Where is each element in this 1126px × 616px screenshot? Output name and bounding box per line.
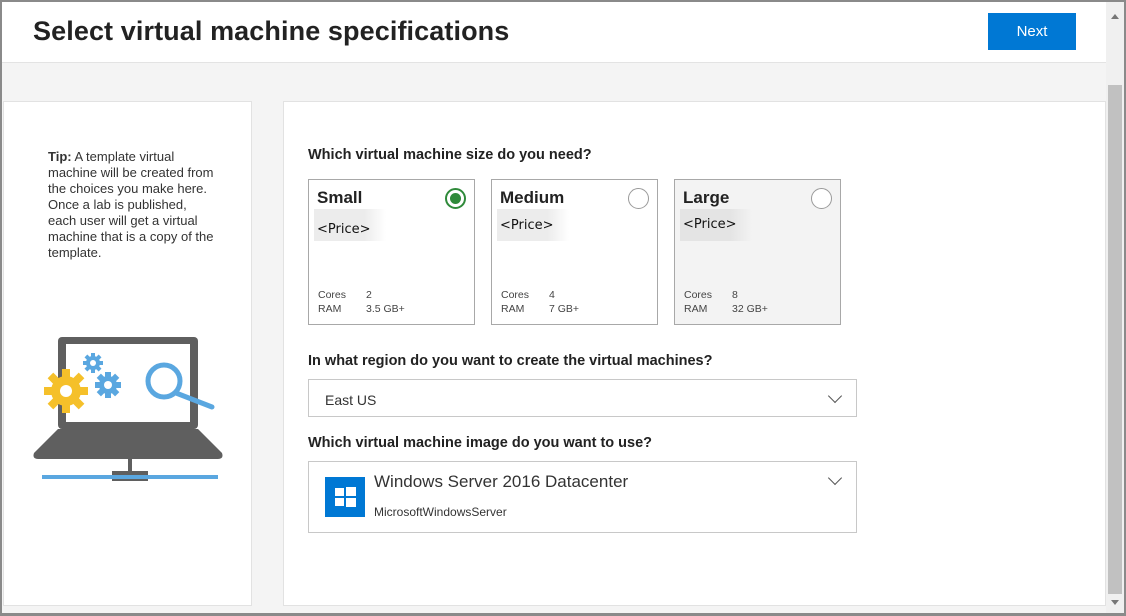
gear-icon [95,372,121,398]
ram-row: RAM 7 GB+ [501,303,580,315]
page-header: Select virtual machine specifications Ne… [2,2,1106,63]
size-question: Which virtual machine size do you need? [308,147,592,163]
ram-row: RAM 3.5 GB+ [318,303,405,315]
radio-button[interactable] [628,188,649,209]
laptop-screen [66,344,190,422]
page-title: Select virtual machine specifications [33,16,510,46]
size-card-small[interactable]: Small <Price> Cores 2 RAM 3.5 GB+ [308,179,475,325]
cores-row: Cores 2 [318,289,372,301]
region-question: In what region do you want to create the… [308,353,713,369]
price-placeholder: <Price> [683,217,737,232]
main-panel: Which virtual machine size do you need? … [283,101,1106,606]
price-placeholder: <Price> [500,218,554,233]
image-dropdown[interactable]: Windows Server 2016 Datacenter Microsoft… [308,461,857,533]
tip-label: Tip: [48,149,72,164]
size-card-medium[interactable]: Medium <Price> Cores 4 RAM 7 GB+ [491,179,658,325]
price-placeholder: <Price> [317,222,371,237]
size-card-name: Large [683,188,730,207]
window-frame: Select virtual machine specifications Ne… [0,0,1126,616]
ram-row: RAM 32 GB+ [684,303,768,315]
size-card-name: Small [317,188,363,207]
tip-text: Tip: A template virtual machine will be … [48,149,216,261]
cores-row: Cores 8 [684,289,738,301]
radio-button-selected[interactable] [445,188,466,209]
scroll-up-arrow-icon[interactable] [1111,14,1119,19]
size-card-name: Medium [500,188,565,207]
tip-body: A template virtual machine will be creat… [48,149,214,260]
tip-panel: Tip: A template virtual machine will be … [3,101,252,606]
region-dropdown[interactable]: East US [308,379,857,417]
image-publisher: MicrosoftWindowsServer [374,505,507,519]
image-question: Which virtual machine image do you want … [308,435,653,451]
scroll-down-arrow-icon[interactable] [1111,600,1119,605]
image-name: Windows Server 2016 Datacenter [374,472,629,491]
radio-button[interactable] [811,188,832,209]
network-line [42,475,218,479]
cores-row: Cores 4 [501,289,555,301]
vertical-scrollbar[interactable] [1106,2,1124,613]
next-button[interactable]: Next [988,13,1076,50]
region-selected-value: East US [325,392,377,408]
size-card-large[interactable]: Large <Price> Cores 8 RAM 32 GB+ [674,179,841,325]
gear-icon [44,369,88,413]
windows-logo-icon [325,477,365,517]
laptop-base [33,429,223,459]
chevron-down-icon [827,388,843,404]
laptop-illustration [33,337,223,481]
network-stem [128,459,132,471]
gear-icon [83,353,103,373]
chevron-down-icon [827,470,843,486]
scroll-thumb[interactable] [1108,85,1122,594]
